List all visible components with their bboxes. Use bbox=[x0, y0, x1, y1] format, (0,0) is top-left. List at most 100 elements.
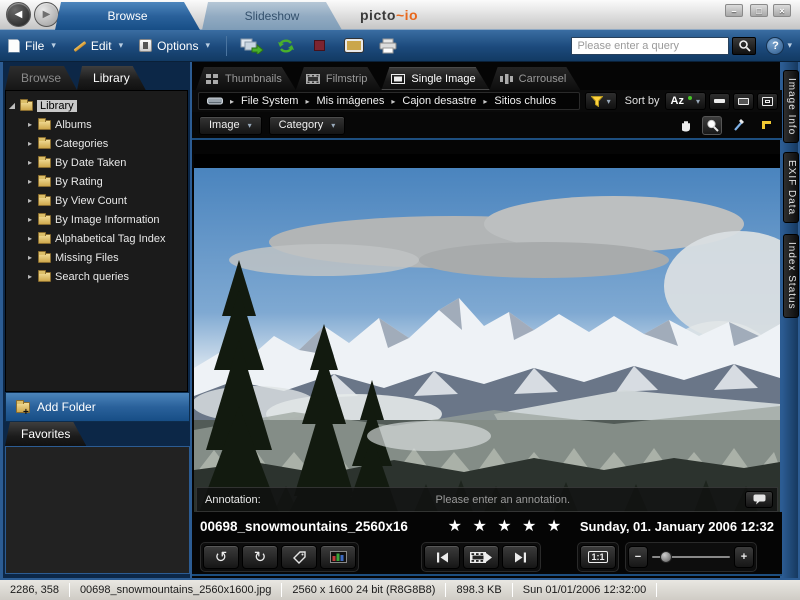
print-button[interactable] bbox=[373, 34, 403, 58]
full-size-button[interactable] bbox=[757, 92, 778, 110]
minimize-button[interactable]: – bbox=[725, 4, 743, 17]
tag-button[interactable] bbox=[281, 545, 317, 569]
tab-index-status[interactable]: Index Status bbox=[783, 234, 799, 318]
zoom-slider-track[interactable] bbox=[652, 546, 730, 568]
tree-collapsed-icon[interactable]: ▸ bbox=[24, 234, 36, 243]
next-image-button[interactable] bbox=[502, 545, 538, 569]
search-button[interactable] bbox=[732, 36, 757, 55]
crop-marker-button[interactable] bbox=[756, 116, 776, 135]
histogram-button[interactable] bbox=[320, 545, 356, 569]
tab-thumbnails[interactable]: Thumbnails bbox=[196, 67, 296, 90]
forward-button[interactable]: ▶ bbox=[34, 2, 59, 27]
sidebar-tab-library[interactable]: Library bbox=[77, 66, 146, 90]
breadcrumb-separator-icon: ▸ bbox=[230, 96, 235, 106]
options-menu[interactable]: Options ▾ bbox=[131, 33, 218, 59]
add-folder-button[interactable]: + Add Folder bbox=[5, 392, 190, 422]
tab-filmstrip[interactable]: Filmstrip bbox=[296, 67, 382, 90]
tree-item-by-date-taken[interactable]: ▸ By Date Taken bbox=[6, 153, 187, 172]
tree-item-by-image-information[interactable]: ▸ By Image Information bbox=[6, 210, 187, 229]
magnifier-icon bbox=[706, 119, 719, 132]
breadcrumb-cajon-desastre[interactable]: Cajon desastre bbox=[402, 95, 476, 107]
tree-item-albums[interactable]: ▸ Albums bbox=[6, 115, 187, 134]
tree-item-search-queries[interactable]: ▸ Search queries bbox=[6, 267, 187, 286]
refresh-button[interactable] bbox=[271, 34, 301, 58]
tab-image-info[interactable]: Image Info bbox=[783, 70, 799, 144]
breadcrumb-mis-imagenes[interactable]: Mis imágenes bbox=[317, 95, 385, 107]
tree-item-label: Categories bbox=[55, 137, 109, 150]
maximize-button[interactable]: □ bbox=[750, 4, 768, 17]
category-menu-label: Category bbox=[278, 119, 324, 131]
zoom-tool-button[interactable] bbox=[702, 115, 722, 135]
rating-stars[interactable]: ★ ★ ★ ★ ★ bbox=[432, 516, 580, 536]
tab-exif-data[interactable]: EXIF Data bbox=[783, 152, 799, 224]
tab-carrousel-label: Carrousel bbox=[518, 72, 567, 85]
image-menu-button[interactable]: Image ▾ bbox=[199, 115, 262, 135]
breadcrumb-sitios-chulos[interactable]: Sitios chulos bbox=[494, 95, 556, 107]
category-menu-button[interactable]: Category ▾ bbox=[268, 115, 346, 135]
tree-collapsed-icon[interactable]: ▸ bbox=[24, 253, 36, 262]
transport-button-group bbox=[421, 542, 541, 572]
forward-icon: ▶ bbox=[42, 9, 51, 20]
tab-single-image[interactable]: Single Image bbox=[381, 67, 489, 90]
breadcrumb[interactable]: ▸ File System ▸ Mis imágenes ▸ Cajon des… bbox=[198, 92, 580, 110]
favorites-tab[interactable]: Favorites bbox=[5, 422, 86, 446]
tree-collapsed-icon[interactable]: ▸ bbox=[24, 120, 36, 129]
tree-collapsed-icon[interactable]: ▸ bbox=[24, 215, 36, 224]
annotation-submit-button[interactable] bbox=[745, 491, 773, 508]
chevron-down-icon[interactable]: ▾ bbox=[787, 40, 792, 51]
fit-screen-button[interactable] bbox=[733, 92, 754, 110]
annotation-input[interactable] bbox=[260, 493, 745, 506]
add-folder-icon: + bbox=[16, 399, 30, 418]
file-menu[interactable]: File ▾ bbox=[0, 33, 64, 59]
tree-item-alphabetical-tag-index[interactable]: ▸ Alphabetical Tag Index bbox=[6, 229, 187, 248]
tree-item-categories[interactable]: ▸ Categories bbox=[6, 134, 187, 153]
fit-width-button[interactable] bbox=[709, 92, 730, 110]
previous-image-button[interactable] bbox=[424, 545, 460, 569]
pan-tool-button[interactable] bbox=[675, 116, 695, 135]
tree-collapsed-icon[interactable]: ▸ bbox=[24, 177, 36, 186]
zoom-in-button[interactable]: + bbox=[734, 546, 754, 568]
tree-collapsed-icon[interactable]: ▸ bbox=[24, 196, 36, 205]
favorites-label: Favorites bbox=[21, 427, 71, 441]
tree-item-missing-files[interactable]: ▸ Missing Files bbox=[6, 248, 187, 267]
zoom-slider-thumb[interactable] bbox=[660, 551, 672, 563]
file-icon bbox=[8, 38, 20, 53]
sort-order-button[interactable]: Az ▾ bbox=[664, 92, 706, 110]
tab-browse[interactable]: Browse bbox=[55, 2, 200, 30]
rotate-left-button[interactable]: ↺ bbox=[203, 545, 239, 569]
import-button[interactable] bbox=[237, 34, 267, 58]
stop-button[interactable] bbox=[305, 34, 335, 58]
zoom-out-button[interactable]: − bbox=[628, 546, 648, 568]
favorites-panel[interactable] bbox=[5, 446, 190, 574]
tab-carrousel[interactable]: Carrousel bbox=[490, 67, 581, 90]
stop-icon bbox=[314, 40, 326, 51]
edit-menu[interactable]: Edit ▾ bbox=[64, 33, 131, 59]
photo-viewport[interactable]: Annotation: bbox=[194, 154, 780, 512]
one-to-one-label: 1:1 bbox=[588, 551, 608, 563]
breadcrumb-file-system[interactable]: File System bbox=[241, 95, 298, 107]
status-datetime: Sun 01/01/2006 12:32:00 bbox=[522, 584, 647, 596]
edit-button-group: ↺ ↻ bbox=[200, 542, 359, 572]
rotate-right-button[interactable]: ↻ bbox=[242, 545, 278, 569]
close-button[interactable]: × bbox=[773, 4, 791, 17]
tab-slideshow[interactable]: Slideshow bbox=[202, 2, 342, 30]
back-button[interactable]: ◀ bbox=[6, 2, 31, 27]
sidebar-tab-browse[interactable]: Browse bbox=[5, 66, 77, 90]
tree-item-by-rating[interactable]: ▸ By Rating bbox=[6, 172, 187, 191]
fullscreen-button[interactable] bbox=[339, 34, 369, 58]
tree-item-by-view-count[interactable]: ▸ By View Count bbox=[6, 191, 187, 210]
image-tools bbox=[675, 115, 776, 135]
actual-size-button[interactable]: 1:1 bbox=[580, 545, 616, 569]
picker-tool-button[interactable] bbox=[729, 116, 749, 135]
search-input[interactable] bbox=[571, 36, 730, 55]
tab-slideshow-label: Slideshow bbox=[244, 9, 300, 23]
photo-controls: ↺ ↻ 1:1 − + bbox=[192, 540, 784, 576]
filter-button[interactable]: ▾ bbox=[584, 92, 617, 110]
tree-collapsed-icon[interactable]: ▸ bbox=[24, 272, 36, 281]
help-button[interactable]: ? bbox=[766, 36, 785, 55]
slideshow-play-button[interactable] bbox=[463, 545, 499, 569]
tree-collapsed-icon[interactable]: ▸ bbox=[24, 158, 36, 167]
tree-expanded-icon[interactable]: ◢ bbox=[6, 101, 18, 110]
tree-root-library[interactable]: ◢ Library bbox=[6, 96, 187, 115]
tree-collapsed-icon[interactable]: ▸ bbox=[24, 139, 36, 148]
